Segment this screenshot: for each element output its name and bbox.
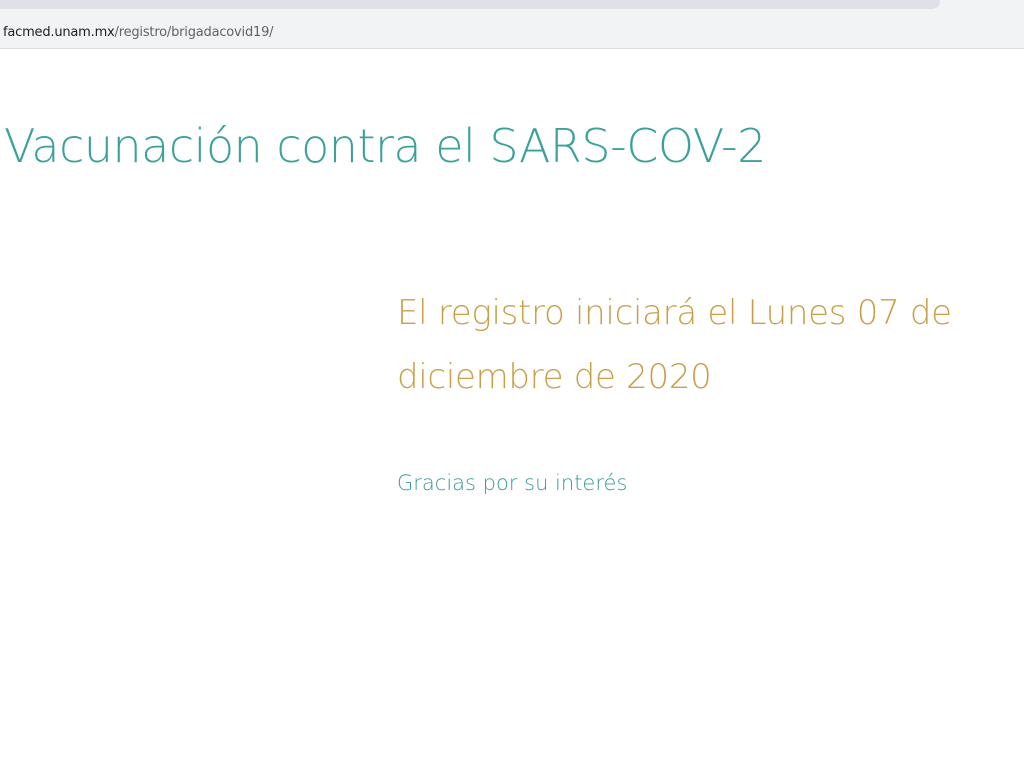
tab-strip[interactable] (0, 0, 940, 9)
url-path: /registro/brigadacovid19/ (114, 24, 274, 40)
thanks-message: Gracias por su interés (397, 471, 628, 495)
notice-line-1: El registro iniciará el Lunes 07 de (397, 293, 952, 333)
page-content: Vacunación contra el SARS-COV-2 El regis… (0, 49, 1024, 767)
page-title: Vacunación contra el SARS-COV-2 (4, 119, 766, 173)
address-bar[interactable]: facmed.unam.mx/registro/brigadacovid19/ (0, 18, 1024, 46)
url-text[interactable]: facmed.unam.mx/registro/brigadacovid19/ (0, 24, 274, 40)
browser-chrome: facmed.unam.mx/registro/brigadacovid19/ (0, 0, 1024, 49)
registration-notice: El registro iniciará el Lunes 07 de dici… (397, 281, 1007, 409)
notice-line-2: diciembre de 2020 (397, 357, 712, 397)
url-domain: facmed.unam.mx (3, 24, 115, 40)
